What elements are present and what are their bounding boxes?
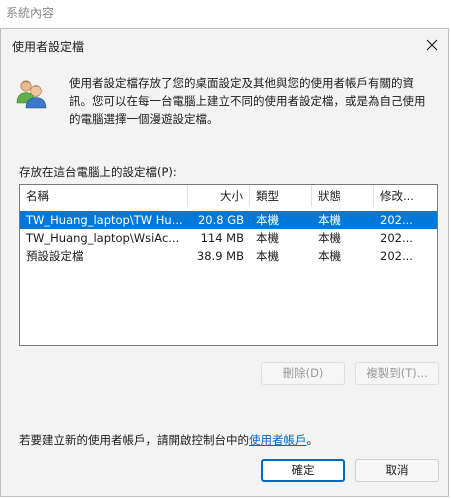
- column-header-size[interactable]: 大小: [188, 185, 250, 207]
- cell-size: 114 MB: [200, 231, 244, 245]
- cell-modified: 202...: [380, 213, 413, 227]
- cell-status: 本機: [318, 249, 341, 263]
- table-row[interactable]: 預設設定檔 38.9 MB 本機 本機 202...: [20, 247, 437, 265]
- cell-size: 38.9 MB: [196, 249, 244, 263]
- column-header-type[interactable]: 類型: [250, 185, 312, 207]
- users-icon: [16, 80, 47, 109]
- cell-name: 預設設定檔: [26, 249, 84, 263]
- dialog-title: 使用者設定檔: [12, 40, 85, 54]
- background-window-title: 系統內容: [6, 6, 55, 20]
- copy-to-button[interactable]: 複製到(T)...: [355, 362, 439, 385]
- profiles-list[interactable]: 名稱 大小 類型 狀態 修改... TW_Huang_laptop\TW Hu.…: [19, 184, 438, 346]
- create-account-text: 若要建立新的使用者帳戶，請開啟控制台中的: [19, 433, 249, 447]
- column-header-modified[interactable]: 修改...: [374, 185, 437, 207]
- delete-button[interactable]: 刪除(D): [261, 362, 345, 385]
- dialog-description: 使用者設定檔存放了您的桌面設定及其他與您的使用者帳戶有關的資訊。您可以在每一台電…: [69, 76, 426, 126]
- ok-button[interactable]: 確定: [261, 459, 345, 482]
- cell-modified: 202...: [380, 231, 413, 245]
- close-button[interactable]: [420, 33, 444, 57]
- table-row[interactable]: TW_Huang_laptop\WsiAc... 114 MB 本機 本機 20…: [20, 229, 437, 247]
- cell-name: TW_Huang_laptop\WsiAc...: [26, 231, 180, 245]
- cell-status: 本機: [318, 213, 341, 227]
- cell-name: TW_Huang_laptop\TW Hu...: [26, 213, 183, 227]
- column-header-name[interactable]: 名稱: [20, 185, 188, 207]
- table-row[interactable]: TW_Huang_laptop\TW Hu... 20.8 GB 本機 本機 2…: [20, 211, 437, 229]
- list-header: 名稱 大小 類型 狀態 修改...: [20, 185, 437, 207]
- cancel-button[interactable]: 取消: [355, 459, 439, 482]
- cell-size: 20.8 GB: [197, 213, 244, 227]
- create-account-suffix: 。: [306, 433, 319, 447]
- cell-status: 本機: [318, 231, 341, 245]
- column-header-status[interactable]: 狀態: [312, 185, 374, 207]
- close-icon: [426, 39, 438, 51]
- user-accounts-link[interactable]: 使用者帳戶: [249, 433, 307, 447]
- cell-type: 本機: [256, 231, 279, 245]
- cell-type: 本機: [256, 213, 279, 227]
- cell-modified: 202...: [380, 249, 413, 263]
- dialog-titlebar: 使用者設定檔: [1, 29, 448, 61]
- profiles-list-label: 存放在這台電腦上的設定檔(P):: [19, 165, 177, 179]
- cell-type: 本機: [256, 249, 279, 263]
- create-account-hint: 若要建立新的使用者帳戶，請開啟控制台中的使用者帳戶。: [19, 432, 318, 448]
- user-profiles-dialog: 使用者設定檔 使用者設定檔存放了您的桌面設定及其他與您的使用者帳戶有關的資訊。您…: [0, 28, 449, 497]
